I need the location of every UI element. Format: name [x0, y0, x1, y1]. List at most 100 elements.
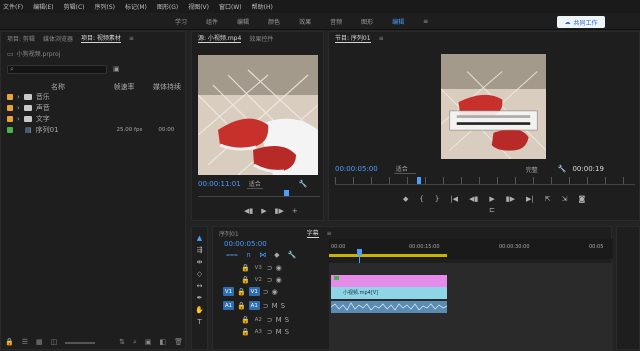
camera-icon[interactable]: ◙	[578, 195, 585, 203]
workspace-tab-graphics[interactable]: 图形	[361, 17, 373, 26]
timeline-menu-icon[interactable]: ≡	[327, 230, 332, 237]
col-fps[interactable]: 帧速率	[114, 82, 135, 92]
mark-in-icon[interactable]: {	[419, 195, 423, 203]
track-label[interactable]: V2	[253, 275, 264, 284]
eye-icon[interactable]: ◉	[272, 288, 278, 296]
find-icon[interactable]: ⌕	[133, 338, 137, 347]
program-timecode[interactable]: 00:00:05:00	[335, 165, 378, 173]
go-to-in-icon[interactable]: |◀	[450, 195, 458, 203]
settings-icon[interactable]: 🔧	[558, 165, 567, 173]
sort-icon[interactable]: ⇅	[119, 338, 125, 347]
zoom-slider[interactable]	[65, 342, 96, 344]
lock-icon[interactable]: 🔒	[5, 338, 14, 347]
add-marker-icon[interactable]: ◆	[403, 195, 408, 203]
step-forward-icon[interactable]: ▮▶	[506, 195, 515, 203]
list-item[interactable]: ▤ 序列01 25.00 fps 00:00	[7, 125, 182, 134]
solo-icon[interactable]: S	[285, 328, 289, 336]
new-item-icon[interactable]: ◧	[159, 338, 166, 347]
share-button[interactable]: ☁ 共同工作	[557, 16, 605, 28]
lock-icon[interactable]: 🔒	[241, 328, 250, 336]
menu-marker[interactable]: 标记(M)	[125, 2, 147, 11]
play-icon[interactable]: ▶	[489, 195, 494, 203]
step-forward-icon[interactable]: ▮▶	[275, 207, 284, 215]
add-icon[interactable]: +	[292, 207, 298, 215]
timeline-timecode[interactable]: 00:00:05:00	[224, 240, 267, 248]
track-label[interactable]: A3	[253, 327, 264, 336]
eye-icon[interactable]: ◉	[276, 276, 282, 284]
sync-icon[interactable]: ⊃	[267, 276, 273, 284]
step-back-icon[interactable]: ◀▮	[244, 207, 253, 215]
pen-icon[interactable]: ✒	[195, 293, 204, 302]
freeform-view-icon[interactable]: ◫	[51, 338, 58, 347]
workspace-tab-assembly[interactable]: 组件	[206, 17, 218, 26]
sync-icon[interactable]: ⊃	[267, 328, 273, 336]
track-select-icon[interactable]: ⇶	[195, 245, 204, 254]
track-label[interactable]: A1	[248, 301, 260, 310]
go-to-out-icon[interactable]: ▶|	[526, 195, 534, 203]
mute-icon[interactable]: M	[276, 328, 282, 336]
play-icon[interactable]: ▶	[261, 207, 266, 215]
source-patch[interactable]: A1	[223, 301, 234, 310]
tab-project-edit[interactable]: 项目: 剪辑	[7, 34, 35, 43]
ripple-edit-icon[interactable]: ⇹	[195, 257, 204, 266]
lock-icon[interactable]: 🔒	[241, 316, 250, 324]
menu-window[interactable]: 窗口(W)	[219, 2, 242, 11]
wrench-icon[interactable]: 🔧	[288, 251, 297, 260]
workspace-tab-learn[interactable]: 学习	[175, 17, 187, 26]
hand-icon[interactable]: ✋	[195, 305, 204, 314]
step-back-icon[interactable]: ◀▮	[469, 195, 478, 203]
trash-icon[interactable]: 🗑	[174, 338, 183, 347]
tab-program[interactable]: 节目: 序列01	[335, 33, 371, 43]
work-area-bar[interactable]	[329, 254, 447, 257]
program-playhead[interactable]	[417, 177, 421, 184]
icon-view-icon[interactable]: ▦	[36, 338, 43, 347]
program-quality-select[interactable]: 完整	[526, 165, 538, 174]
tab-subtitle[interactable]: 字幕	[306, 228, 319, 238]
tab-source[interactable]: 源: 小视频.mp4	[198, 33, 242, 43]
track-label[interactable]: V3	[253, 263, 264, 272]
list-item[interactable]: › 声音	[7, 103, 182, 112]
snap-icon[interactable]: ∩	[246, 251, 251, 260]
menu-help[interactable]: 帮助(H)	[252, 2, 273, 11]
lock-icon[interactable]: 🔒	[237, 302, 246, 310]
col-name[interactable]: 名称	[51, 82, 65, 92]
lock-icon[interactable]: 🔒	[237, 288, 246, 296]
sync-icon[interactable]: ⊃	[263, 302, 269, 310]
workspace-tab-edit-a[interactable]: 编辑	[237, 17, 249, 26]
nest-icon[interactable]: ⩶	[226, 251, 238, 260]
lift-icon[interactable]: ⇱	[545, 195, 551, 203]
workspace-tab-color[interactable]: 颜色	[268, 17, 280, 26]
sync-icon[interactable]: ⊃	[267, 316, 273, 324]
source-fit-select[interactable]: 适合	[246, 179, 263, 189]
new-bin-icon[interactable]: ▣	[113, 65, 120, 73]
settings-icon[interactable]: 🔧	[299, 180, 308, 188]
source-patch[interactable]: V1	[223, 287, 234, 296]
workspace-tab-edit[interactable]: 编辑	[392, 17, 404, 26]
selection-tool-icon[interactable]: ▲	[195, 233, 204, 242]
sync-icon[interactable]: ⊃	[263, 288, 269, 296]
menu-view[interactable]: 视图(V)	[188, 2, 209, 11]
extract-icon[interactable]: ⇲	[562, 195, 568, 203]
program-fit-select[interactable]: 适合	[393, 164, 416, 174]
razor-icon[interactable]: ◇	[195, 269, 204, 278]
mute-icon[interactable]: M	[272, 302, 278, 310]
new-bin-bottom-icon[interactable]: ▣	[145, 338, 152, 347]
workspace-tab-audio[interactable]: 音频	[330, 17, 342, 26]
slip-icon[interactable]: ↔	[195, 281, 204, 290]
list-item[interactable]: › 文字	[7, 114, 182, 123]
tab-effect-controls[interactable]: 效果控件	[249, 34, 273, 43]
track-label[interactable]: V1	[248, 287, 260, 296]
time-ruler[interactable]: 00:00 00:00:15:00 00:00:30:00 00:05	[329, 239, 613, 259]
source-timecode[interactable]: 00:00:11:01	[198, 180, 241, 188]
menu-sequence[interactable]: 序列(S)	[95, 2, 116, 11]
search-input[interactable]: ⌕	[7, 65, 107, 74]
type-icon[interactable]: T	[195, 317, 204, 326]
workspace-tab-effects[interactable]: 效果	[299, 17, 311, 26]
col-duration[interactable]: 媒体持续	[153, 82, 181, 92]
source-playhead[interactable]	[284, 190, 289, 196]
list-item[interactable]: › 音乐	[7, 92, 182, 101]
video-clip[interactable]: 小视频.mp4[V]	[331, 287, 447, 299]
linked-icon[interactable]: ⋈	[259, 251, 266, 260]
menu-edit[interactable]: 编辑(E)	[33, 2, 53, 11]
list-view-icon[interactable]: ☰	[22, 338, 28, 347]
